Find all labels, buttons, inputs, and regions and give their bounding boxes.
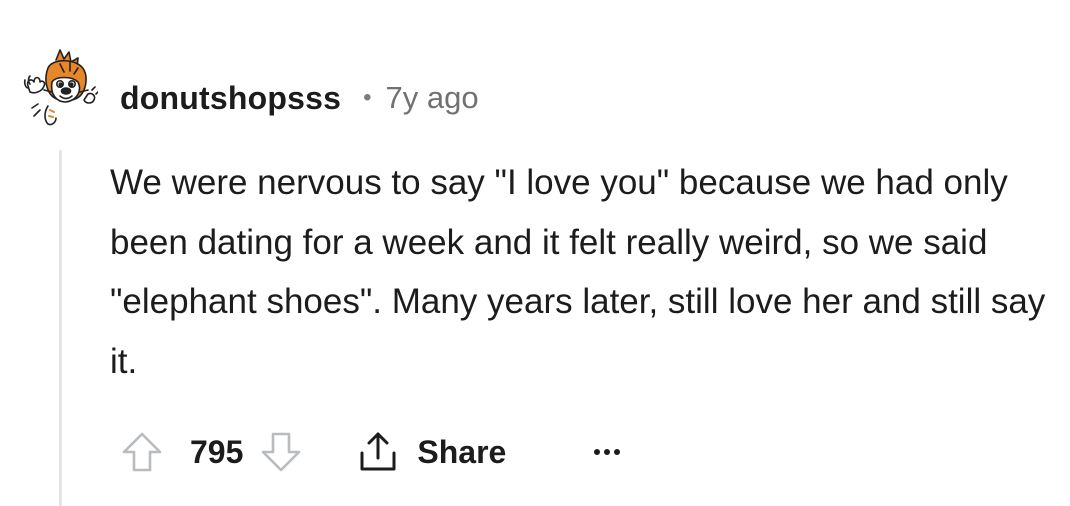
upvote-arrow-icon[interactable] bbox=[118, 428, 166, 476]
comment: donutshopsss • 7y ago We were nervous to… bbox=[0, 0, 1070, 506]
tiger-avatar-icon bbox=[23, 49, 98, 126]
share-label: Share bbox=[417, 433, 507, 470]
meta-separator: • bbox=[363, 84, 372, 111]
share-button[interactable]: Share bbox=[355, 429, 506, 475]
vote-score: 795 bbox=[190, 433, 244, 470]
username[interactable]: donutshopsss bbox=[120, 80, 341, 117]
more-options-icon[interactable] bbox=[594, 432, 624, 472]
avatar[interactable] bbox=[22, 46, 98, 142]
thread-line[interactable] bbox=[59, 150, 62, 506]
comment-header: donutshopsss • 7y ago bbox=[120, 76, 479, 120]
action-bar: 795 Share bbox=[118, 422, 624, 482]
timestamp[interactable]: 7y ago bbox=[385, 80, 478, 116]
downvote-arrow-icon[interactable] bbox=[257, 428, 305, 476]
share-icon bbox=[360, 432, 396, 471]
comment-body: We were nervous to say "I love you" beca… bbox=[110, 163, 1046, 381]
